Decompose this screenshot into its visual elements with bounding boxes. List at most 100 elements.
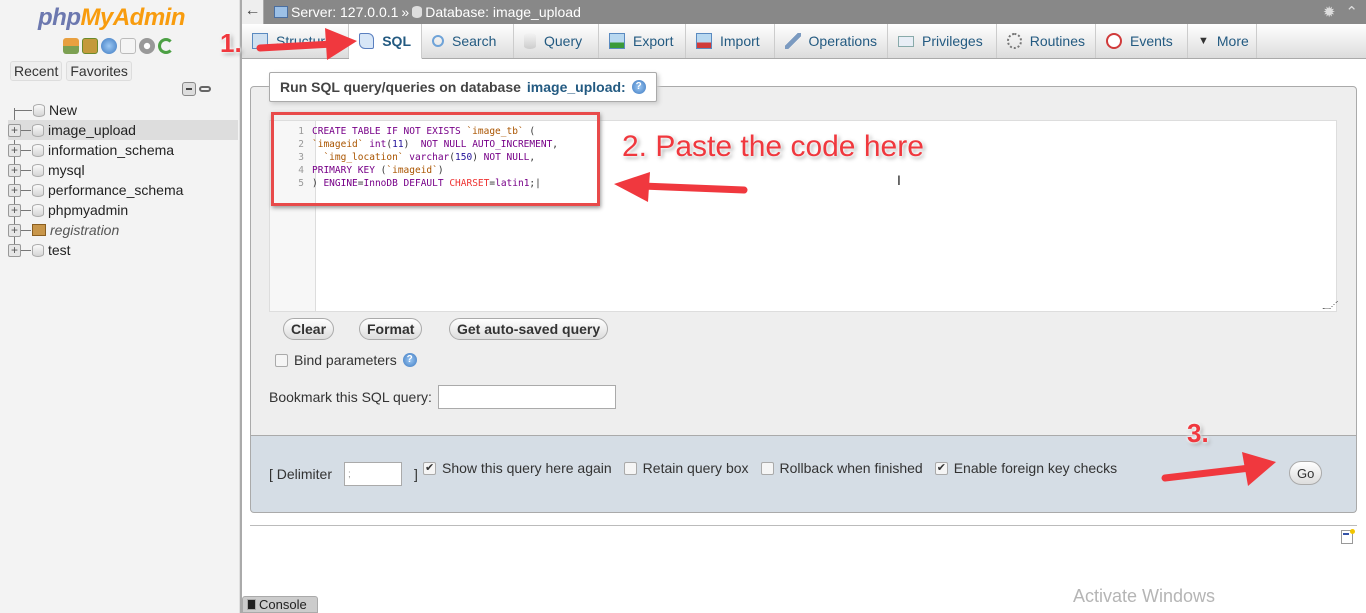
settings-icon[interactable]: ✹: [1323, 3, 1336, 21]
tree-item-new[interactable]: New: [8, 100, 238, 120]
tree-item-label[interactable]: information_schema: [48, 142, 174, 158]
show-query-again-checkbox[interactable]: [423, 461, 436, 475]
breadcrumb: Server: 127.0.0.1 » Database: image_uplo…: [274, 4, 581, 20]
tab-search[interactable]: Search: [422, 24, 514, 58]
format-button[interactable]: Format: [359, 318, 423, 340]
tab-operations[interactable]: Operations: [775, 24, 888, 58]
bind-parameters-label[interactable]: Bind parameters: [294, 352, 397, 368]
bookmark-row: Bookmark this SQL query:: [269, 385, 616, 409]
search-icon: [432, 35, 444, 47]
database-icon: [32, 203, 44, 217]
tree-branch: [21, 129, 31, 131]
tree-item-performance-schema[interactable]: + performance_schema: [8, 180, 238, 200]
tree-branch: [21, 169, 31, 171]
bind-parameters-row: Bind parameters ?: [275, 352, 417, 368]
retain-query-box-label[interactable]: Retain query box: [643, 460, 749, 476]
collapse-top-icon[interactable]: ⌃: [1345, 3, 1358, 21]
new-database-icon: [33, 103, 45, 117]
tree-item-label[interactable]: performance_schema: [48, 182, 183, 198]
resize-handle[interactable]: [1322, 301, 1338, 309]
registration-db-icon: [32, 224, 46, 236]
reload-icon[interactable]: [158, 38, 174, 54]
tab-label: Operations: [808, 33, 877, 49]
tree-item-label[interactable]: phpmyadmin: [48, 202, 128, 218]
tab-more[interactable]: ▼ More: [1188, 24, 1257, 58]
go-button[interactable]: Go: [1289, 461, 1323, 485]
enable-foreign-key-checks-label[interactable]: Enable foreign key checks: [954, 460, 1117, 476]
tab-label: More: [1216, 33, 1249, 49]
expand-icon[interactable]: +: [8, 223, 21, 237]
tree-item-information-schema[interactable]: + information_schema: [8, 140, 238, 160]
bind-parameters-checkbox[interactable]: [275, 353, 288, 367]
annotation-step-2: 2. Paste the code here: [622, 130, 924, 163]
clear-button[interactable]: Clear: [283, 318, 335, 340]
tree-item-registration[interactable]: + registration: [8, 220, 238, 240]
database-icon: [32, 163, 44, 177]
tab-label: Events: [1130, 33, 1173, 49]
database-tree: New + image_upload + information_schema …: [8, 100, 238, 260]
tab-events[interactable]: Events: [1096, 24, 1188, 58]
collapse-all-icon[interactable]: [182, 82, 196, 96]
tree-item-test[interactable]: + test: [8, 240, 238, 260]
expand-icon[interactable]: +: [8, 123, 21, 137]
arrow-step-1-icon: [256, 28, 357, 60]
console-label: Console: [259, 597, 307, 612]
help-icon[interactable]: ?: [631, 80, 646, 94]
home-icon[interactable]: [63, 38, 79, 54]
tree-item-label[interactable]: image_upload: [48, 122, 136, 138]
tree-item-label[interactable]: registration: [50, 222, 119, 238]
rollback-when-finished-checkbox[interactable]: [760, 461, 774, 475]
delimiter-label: [ Delimiter: [269, 466, 333, 482]
logout-icon[interactable]: [82, 38, 98, 54]
tree-item-phpmyadmin[interactable]: + phpmyadmin: [8, 200, 238, 220]
enable-foreign-key-checks-checkbox[interactable]: [934, 461, 948, 475]
console-toggle[interactable]: Console: [242, 596, 318, 613]
sidebar-resize-handle[interactable]: [240, 0, 242, 613]
server-icon: [274, 6, 288, 18]
breadcrumb-server[interactable]: Server: 127.0.0.1: [291, 4, 398, 20]
tree-item-label[interactable]: mysql: [48, 162, 85, 178]
link-icon[interactable]: [199, 86, 211, 92]
database-icon: [32, 243, 44, 257]
bookmark-input[interactable]: [437, 385, 616, 409]
docs-icon[interactable]: [120, 38, 136, 54]
help-icon[interactable]: [101, 38, 117, 54]
expand-icon[interactable]: +: [8, 183, 21, 197]
rollback-when-finished-label[interactable]: Rollback when finished: [780, 460, 923, 476]
phpmyadmin-logo[interactable]: phpMyAdmin: [38, 4, 185, 32]
expand-icon[interactable]: +: [8, 203, 21, 217]
tab-import[interactable]: Import: [686, 24, 775, 58]
tree-item-image-upload[interactable]: + image_upload: [8, 120, 238, 140]
divider: [250, 525, 1357, 526]
retain-query-box-checkbox[interactable]: [623, 461, 637, 475]
help-icon[interactable]: ?: [402, 353, 417, 367]
annotation-step-1: 1.: [220, 28, 242, 58]
main-tabs: Structure SQL Search Query Export Import…: [242, 24, 1366, 59]
tree-item-label[interactable]: test: [48, 242, 71, 258]
tab-query[interactable]: Query: [514, 24, 599, 58]
breadcrumb-bar: ← Server: 127.0.0.1 » Database: image_up…: [242, 0, 1366, 24]
settings-icon[interactable]: [139, 38, 155, 54]
delimiter-row: [ Delimiter ]: [269, 462, 418, 486]
delimiter-input[interactable]: [344, 462, 403, 486]
database-icon: [32, 123, 44, 137]
tree-item-label[interactable]: New: [49, 102, 77, 118]
tab-privileges[interactable]: Privileges: [888, 24, 997, 58]
get-auto-saved-query-button[interactable]: Get auto-saved query: [449, 318, 609, 340]
recent-button[interactable]: Recent: [10, 61, 63, 81]
breadcrumb-database[interactable]: Database: image_upload: [425, 4, 581, 20]
show-query-again-label[interactable]: Show this query here again: [442, 460, 612, 476]
clock-icon: [1106, 33, 1122, 49]
export-icon: [609, 33, 625, 49]
tree-item-mysql[interactable]: + mysql: [8, 160, 238, 180]
page-settings-icon[interactable]: [1341, 529, 1355, 544]
tab-export[interactable]: Export: [599, 24, 686, 58]
expand-icon[interactable]: +: [8, 143, 21, 157]
favorites-button[interactable]: Favorites: [66, 61, 132, 81]
collapse-sidebar-button[interactable]: ←: [242, 0, 264, 24]
expand-icon[interactable]: +: [8, 163, 21, 177]
database-icon: [32, 143, 44, 157]
tab-routines[interactable]: Routines: [997, 24, 1096, 58]
tree-branch: [21, 249, 31, 251]
expand-icon[interactable]: +: [8, 243, 21, 257]
